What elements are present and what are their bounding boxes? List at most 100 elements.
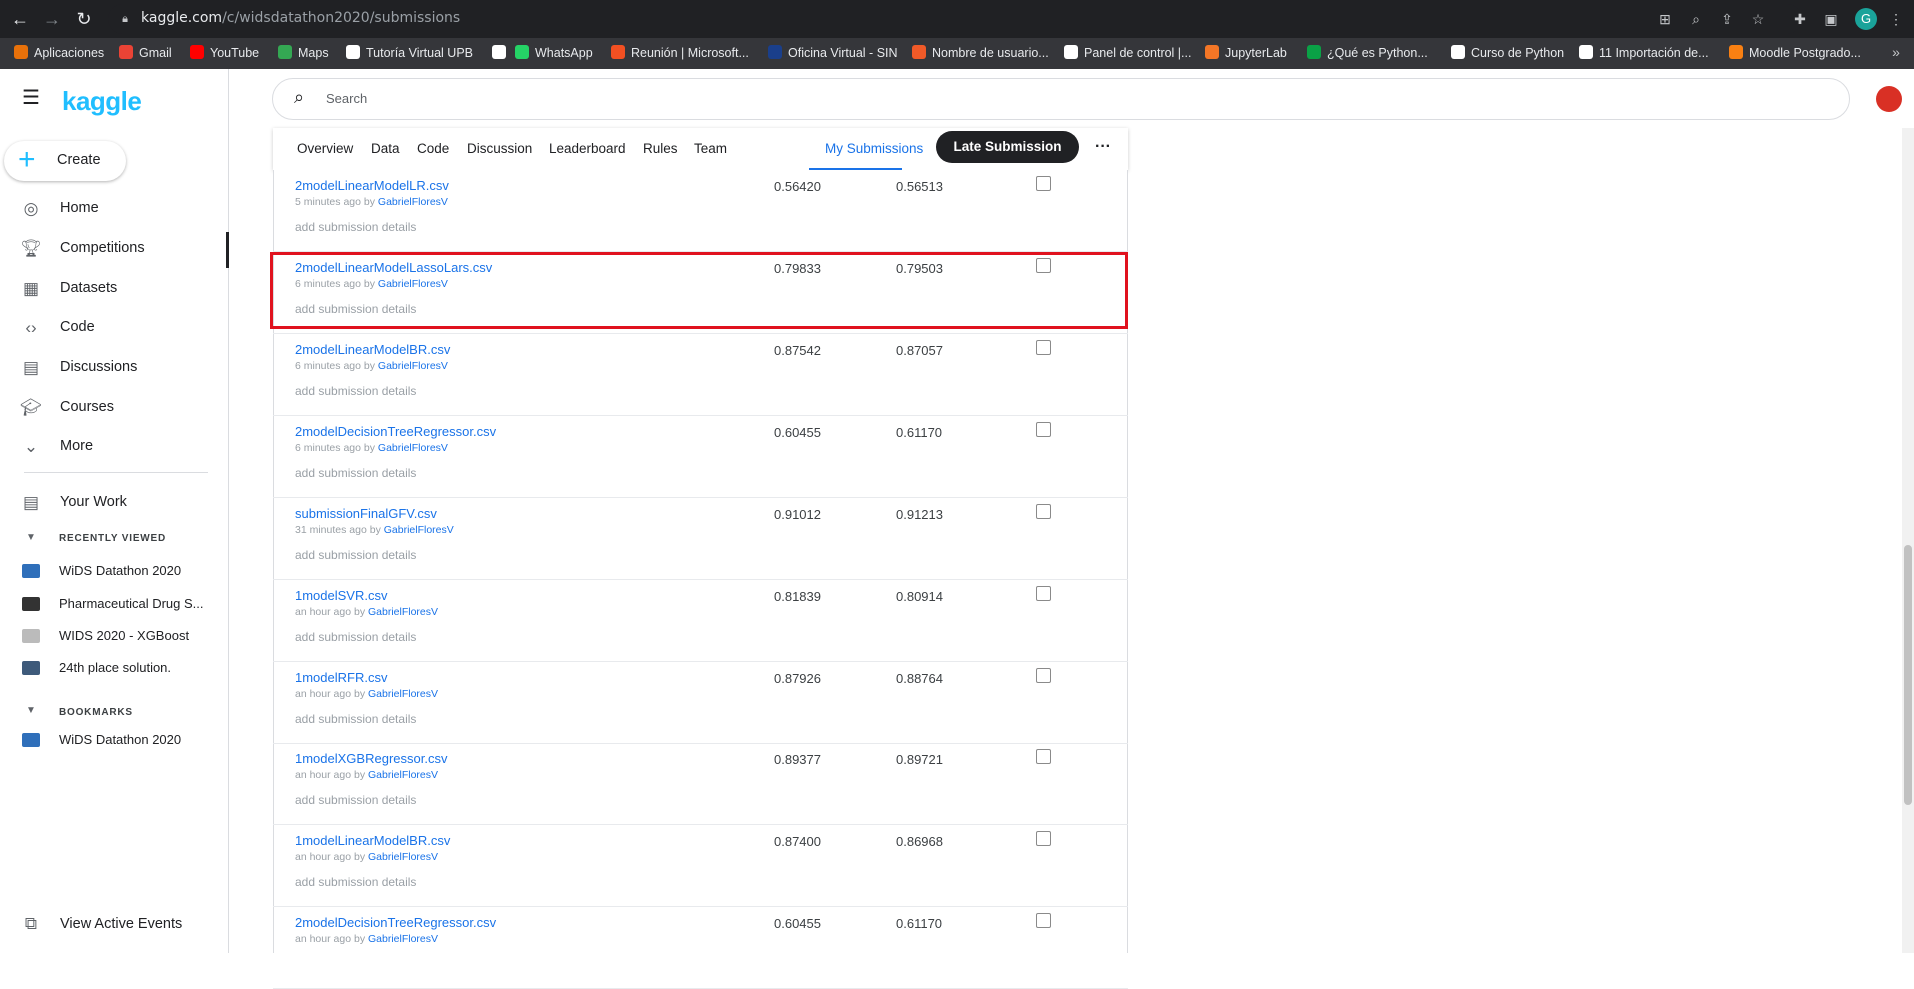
use-for-final-checkbox[interactable] [1036, 340, 1051, 355]
submission-user-link[interactable]: GabrielFloresV [368, 933, 438, 945]
hamburger-menu-icon[interactable]: ☰ [20, 87, 42, 109]
search-input[interactable]: Search [326, 91, 367, 106]
caret-down-icon[interactable]: ▼ [20, 527, 42, 549]
add-details-link[interactable]: add submission details [295, 630, 416, 644]
bookmarks-header[interactable]: BOOKMARKS [59, 707, 133, 718]
use-for-final-checkbox[interactable] [1036, 668, 1051, 683]
bookmark-item[interactable]: Nombre de usuario... [912, 43, 1049, 63]
bookmark-item[interactable]: 11 Importación de... [1579, 43, 1709, 63]
sidebar-item-more[interactable]: More [60, 438, 93, 454]
sidebar-item-datasets[interactable]: Datasets [60, 280, 117, 296]
submission-user-link[interactable]: GabrielFloresV [378, 196, 448, 208]
scrollbar-track[interactable] [1902, 128, 1914, 953]
tab-discussion[interactable]: Discussion [467, 141, 532, 156]
sidebar-item-competitions[interactable]: Competitions [60, 240, 145, 256]
more-options-icon[interactable]: ··· [1093, 138, 1113, 158]
add-details-link[interactable]: add submission details [295, 793, 416, 807]
bookmark-item[interactable]: ¿Qué es Python... [1307, 43, 1428, 63]
view-active-events-link[interactable]: View Active Events [60, 916, 182, 932]
bookmark-item[interactable]: YouTube [190, 43, 259, 63]
add-details-link[interactable]: add submission details [295, 712, 416, 726]
submission-user-link[interactable]: GabrielFloresV [378, 442, 448, 454]
back-arrow-icon[interactable]: ← [8, 7, 32, 31]
forward-arrow-icon[interactable]: → [40, 7, 64, 31]
tab-data[interactable]: Data [371, 141, 400, 156]
submission-user-link[interactable]: GabrielFloresV [368, 688, 438, 700]
profile-avatar[interactable]: G [1855, 8, 1877, 30]
bookmark-item[interactable]: Aplicaciones [14, 43, 104, 63]
use-for-final-checkbox[interactable] [1036, 586, 1051, 601]
add-details-link[interactable]: add submission details [295, 384, 416, 398]
bookmark-item[interactable]: Tutoría Virtual UPB [346, 43, 473, 63]
bookmark-item[interactable]: Oficina Virtual - SIN [768, 43, 898, 63]
url-text[interactable]: kaggle.com/c/widsdatathon2020/submission… [141, 10, 460, 26]
zoom-icon[interactable]: ⌕ [1686, 9, 1706, 29]
use-for-final-checkbox[interactable] [1036, 749, 1051, 764]
sidebar-item-home[interactable]: Home [60, 200, 99, 216]
kaggle-logo[interactable]: kaggle [62, 86, 142, 117]
submission-filename-link[interactable]: submissionFinalGFV.csv [295, 506, 437, 521]
bookmark-item[interactable]: JupyterLab [1205, 43, 1287, 63]
add-details-link[interactable]: add submission details [295, 466, 416, 480]
submission-filename-link[interactable]: 2modelLinearModelLR.csv [295, 178, 449, 193]
submission-user-link[interactable]: GabrielFloresV [368, 851, 438, 863]
translate-icon[interactable]: ⊞ [1655, 9, 1675, 29]
bookmark-item[interactable]: Gmail [119, 43, 172, 63]
add-details-link[interactable]: add submission details [295, 220, 416, 234]
recent-item[interactable]: WIDS 2020 - XGBoost [59, 628, 189, 643]
use-for-final-checkbox[interactable] [1036, 831, 1051, 846]
submission-user-link[interactable]: GabrielFloresV [368, 606, 438, 618]
add-details-link[interactable]: add submission details [295, 548, 416, 562]
share-icon[interactable]: ⇪ [1717, 9, 1737, 29]
sidebar-bookmark-item[interactable]: WiDS Datathon 2020 [59, 732, 181, 747]
bookmark-item[interactable]: Panel de control |... [1064, 43, 1191, 63]
submission-filename-link[interactable]: 1modelXGBRegressor.csv [295, 751, 447, 766]
sidepanel-icon[interactable]: ▣ [1821, 9, 1841, 29]
extensions-icon[interactable]: ✚ [1790, 9, 1810, 29]
tab-team[interactable]: Team [694, 141, 727, 156]
recent-item[interactable]: WiDS Datathon 2020 [59, 563, 181, 578]
sidebar-item-discussions[interactable]: Discussions [60, 359, 137, 375]
scrollbar-thumb[interactable] [1904, 545, 1912, 805]
submission-filename-link[interactable]: 1modelRFR.csv [295, 670, 387, 685]
submission-filename-link[interactable]: 2modelLinearModelBR.csv [295, 342, 450, 357]
use-for-final-checkbox[interactable] [1036, 913, 1051, 928]
bookmark-item[interactable]: Curso de Python [1451, 43, 1564, 63]
late-submission-button[interactable]: Late Submission [936, 131, 1079, 163]
sidebar-item-code[interactable]: Code [60, 319, 95, 335]
submission-filename-link[interactable]: 2modelDecisionTreeRegressor.csv [295, 915, 496, 930]
recently-viewed-header[interactable]: RECENTLY VIEWED [59, 533, 166, 544]
tab-overview[interactable]: Overview [297, 141, 353, 156]
recent-item[interactable]: Pharmaceutical Drug S... [59, 596, 204, 611]
add-details-link[interactable]: add submission details [295, 875, 416, 889]
sidebar-item-courses[interactable]: Courses [60, 399, 114, 415]
create-button[interactable]: + Create [4, 141, 126, 181]
user-avatar[interactable] [1876, 86, 1902, 112]
star-icon[interactable]: ☆ [1748, 9, 1768, 29]
use-for-final-checkbox[interactable] [1036, 176, 1051, 191]
submission-filename-link[interactable]: 1modelLinearModelBR.csv [295, 833, 450, 848]
submission-filename-link[interactable]: 2modelDecisionTreeRegressor.csv [295, 424, 496, 439]
recent-item[interactable]: 24th place solution. [59, 660, 171, 675]
submission-filename-link[interactable]: 1modelSVR.csv [295, 588, 387, 603]
bookmark-item[interactable] [492, 43, 512, 63]
submission-user-link[interactable]: GabrielFloresV [368, 769, 438, 781]
bookmarks-overflow-icon[interactable]: » [1886, 42, 1906, 62]
submission-user-link[interactable]: GabrielFloresV [384, 524, 454, 536]
submission-user-link[interactable]: GabrielFloresV [378, 360, 448, 372]
tab-leaderboard[interactable]: Leaderboard [549, 141, 626, 156]
sidebar-item-your-work[interactable]: Your Work [60, 494, 127, 510]
caret-down-icon[interactable]: ▼ [20, 700, 42, 722]
kebab-menu-icon[interactable]: ⋮ [1886, 9, 1906, 29]
bookmark-item[interactable]: Maps [278, 43, 329, 63]
bookmark-item[interactable]: Moodle Postgrado... [1729, 43, 1861, 63]
tab-rules[interactable]: Rules [643, 141, 678, 156]
reload-icon[interactable]: ↻ [72, 7, 96, 31]
bookmark-item[interactable]: WhatsApp [515, 43, 593, 63]
tab-code[interactable]: Code [417, 141, 449, 156]
bookmark-item[interactable]: Reunión | Microsoft... [611, 43, 749, 63]
use-for-final-checkbox[interactable] [1036, 504, 1051, 519]
tab-my-submissions[interactable]: My Submissions [825, 141, 923, 156]
search-bar[interactable] [272, 78, 1850, 120]
use-for-final-checkbox[interactable] [1036, 422, 1051, 437]
